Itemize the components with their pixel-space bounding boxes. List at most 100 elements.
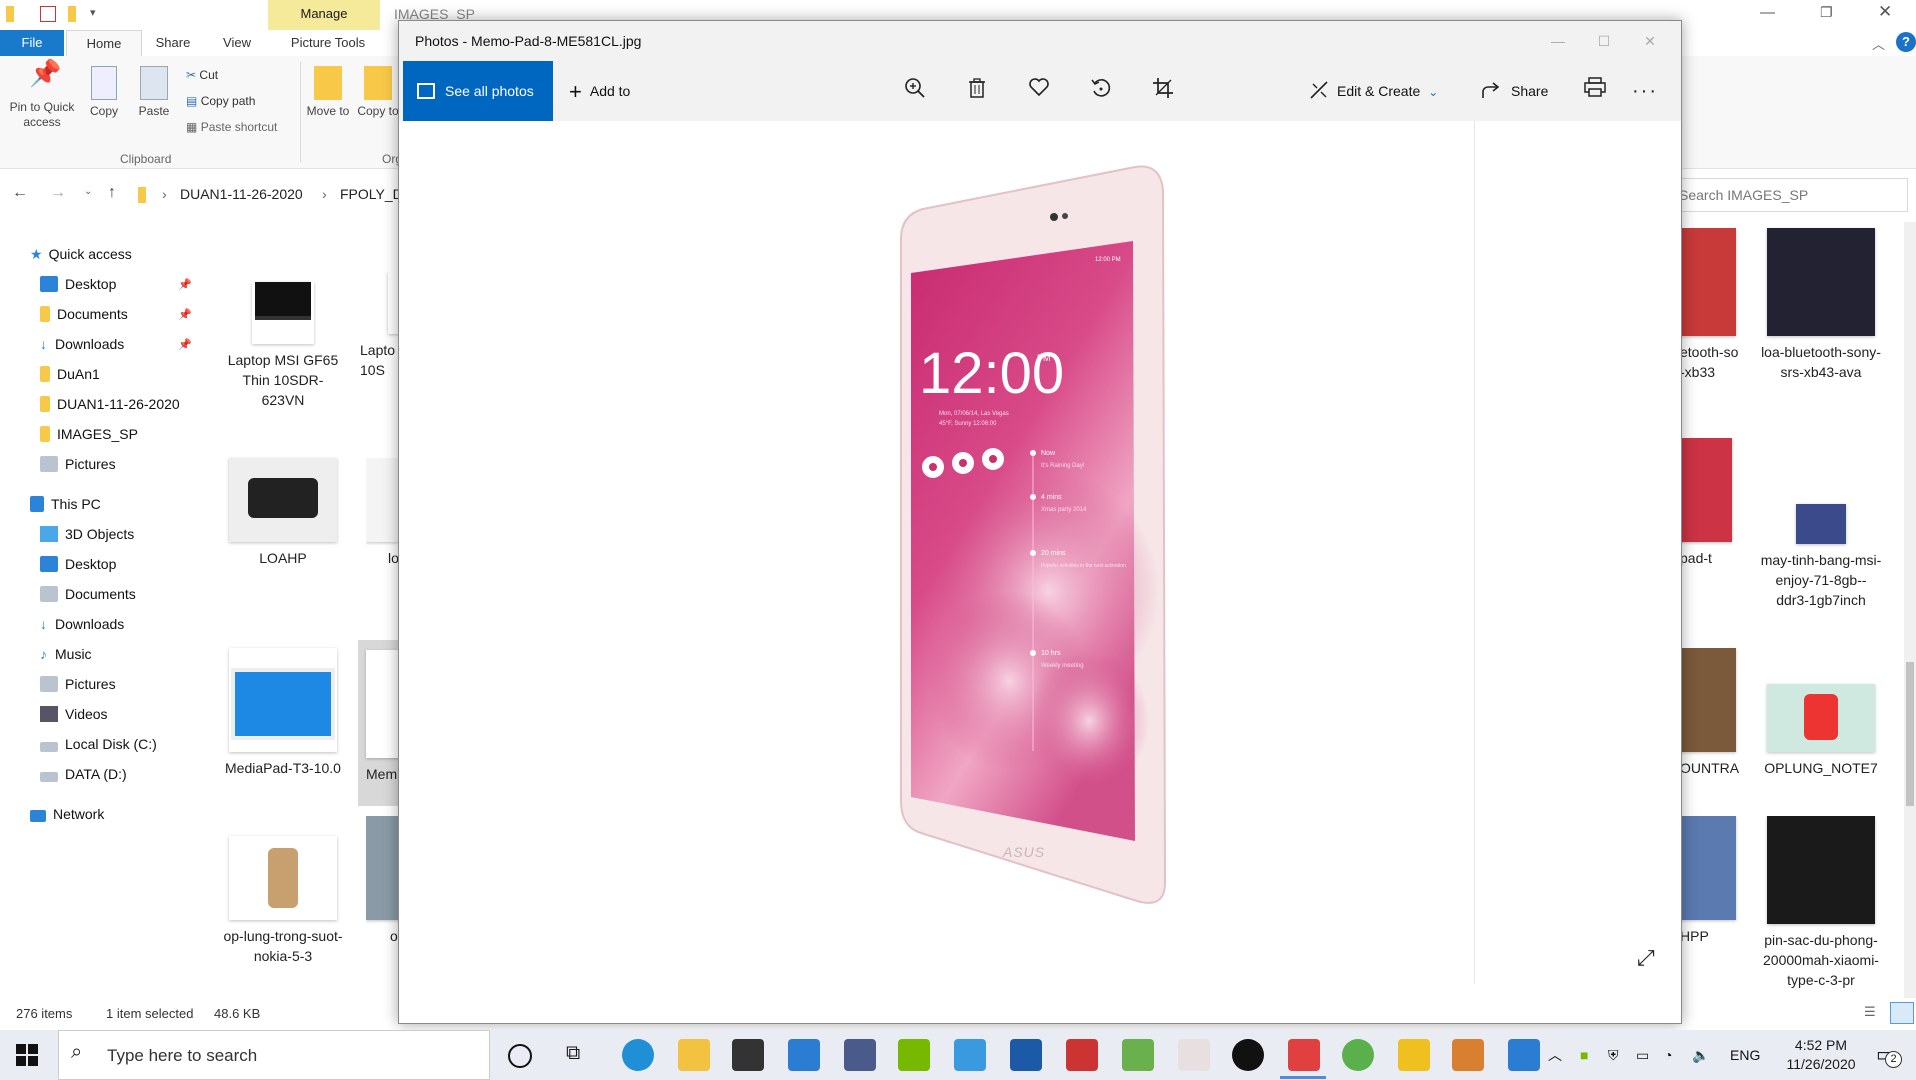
input-language[interactable]: ENG <box>1730 1030 1760 1080</box>
file-tile[interactable]: MediaPad-T3-10.0 <box>222 648 344 778</box>
app-icon[interactable] <box>1288 1039 1320 1071</box>
delete-icon[interactable] <box>963 77 991 105</box>
tab-picture-tools[interactable]: Picture Tools <box>280 30 376 56</box>
pin-icon[interactable]: 📌 <box>178 338 192 351</box>
nvidia-tray-icon[interactable]: ■ <box>1580 1030 1588 1080</box>
photo-canvas[interactable]: 12:00 PM Mon, 07/06/14, Las Vegas 45°F, … <box>399 121 1681 1003</box>
app-icon[interactable] <box>1178 1039 1210 1071</box>
copy-to-button[interactable]: Copy to <box>356 66 400 119</box>
properties-icon[interactable] <box>40 6 56 22</box>
nav-duan1-date[interactable]: DUAN1-11-26-2020 <box>40 392 180 416</box>
file-tile[interactable]: loa-bluetooth-sony-srs-xb43-ava <box>1760 228 1882 382</box>
notifications-icon[interactable]: ▭ 2 <box>1876 1042 1902 1068</box>
explorer-search-input[interactable]: Search IMAGES_SP <box>1672 178 1908 212</box>
photos-app-icon[interactable] <box>1508 1039 1540 1071</box>
tab-manage[interactable]: Manage <box>268 0 380 30</box>
volume-icon[interactable]: 🔈 <box>1692 1030 1709 1080</box>
file-tile[interactable]: lo <box>366 458 400 568</box>
qat-dropdown-icon[interactable]: ▾ <box>90 6 96 19</box>
file-tile[interactable]: pin-sac-du-phong-20000mah-xiaomi-type-c-… <box>1760 816 1882 1000</box>
large-icons-view-icon[interactable] <box>1890 1002 1914 1024</box>
copy-path-button[interactable]: ▤ Copy path <box>186 94 255 108</box>
up-icon[interactable]: ↑ <box>108 184 116 202</box>
nav-videos[interactable]: Videos <box>40 702 108 726</box>
nav-desktop[interactable]: Desktop <box>40 272 116 296</box>
show-hidden-icons-icon[interactable]: ︿ <box>1548 1030 1562 1080</box>
add-to-button[interactable]: + Add to <box>569 77 630 105</box>
app-icon[interactable] <box>1398 1039 1430 1071</box>
defender-icon[interactable]: ⛨ <box>1608 1030 1619 1080</box>
pin-quick-access-button[interactable]: 📌 Pin to Quick access <box>4 60 80 130</box>
heart-icon[interactable] <box>1025 77 1053 105</box>
crop-icon[interactable] <box>1149 77 1177 105</box>
photos-maximize-icon[interactable]: ☐ <box>1581 21 1627 61</box>
taskbar-search-input[interactable]: ⌕ Type here to search <box>58 1030 490 1080</box>
forward-icon[interactable]: → <box>50 184 66 202</box>
paste-shortcut-button[interactable]: ▦ Paste shortcut <box>186 120 277 134</box>
windows-icon[interactable] <box>954 1039 986 1071</box>
photos-minimize-icon[interactable]: — <box>1535 21 1581 61</box>
app-icon[interactable] <box>1010 1039 1042 1071</box>
nvidia-icon[interactable] <box>898 1039 930 1071</box>
nav-duan1[interactable]: DuAn1 <box>40 362 100 386</box>
nav-3d-objects[interactable]: 3D Objects <box>40 522 134 546</box>
close-icon[interactable]: ✕ <box>1878 2 1892 22</box>
cut-button[interactable]: ✂ Cut <box>186 68 218 82</box>
file-tile[interactable]: op-lung-trong-suot-nokia-5-3 <box>222 836 344 966</box>
store-icon[interactable] <box>732 1039 764 1071</box>
see-all-photos-button[interactable]: See all photos <box>403 61 553 121</box>
battery-icon[interactable]: ▭ <box>1636 1030 1649 1080</box>
nav-music[interactable]: ♪ Music <box>40 642 92 666</box>
file-tile[interactable]: pad-t <box>1680 438 1740 568</box>
mail-icon[interactable] <box>788 1039 820 1071</box>
zoom-icon[interactable] <box>901 77 929 105</box>
file-tile[interactable]: etooth-so -xb33 <box>1680 228 1740 382</box>
explorer-scrollbar[interactable] <box>1904 222 1916 998</box>
windows-start-icon[interactable] <box>16 1044 38 1066</box>
nav-pc-documents[interactable]: Documents <box>40 582 136 606</box>
file-tile[interactable]: Lapto 10S <box>360 272 400 380</box>
rotate-icon[interactable] <box>1087 77 1115 105</box>
nav-downloads[interactable]: ↓ Downloads <box>40 332 124 356</box>
edge-icon[interactable] <box>622 1039 654 1071</box>
pin-icon[interactable]: 📌 <box>178 308 192 321</box>
move-to-button[interactable]: Move to <box>306 66 350 119</box>
tab-share[interactable]: Share <box>150 30 196 56</box>
help-icon[interactable]: ? <box>1896 32 1916 52</box>
file-tile[interactable]: OPLUNG_NOTE7 <box>1760 684 1882 778</box>
recent-dropdown-icon[interactable]: ⌄ <box>84 186 92 197</box>
toolbox-icon[interactable] <box>1066 1039 1098 1071</box>
photos-close-icon[interactable]: ✕ <box>1627 21 1673 61</box>
scrollbar-thumb[interactable] <box>1906 662 1914 806</box>
share-button[interactable]: Share <box>1481 77 1548 105</box>
nav-pc-desktop[interactable]: Desktop <box>40 552 116 576</box>
print-icon[interactable] <box>1581 77 1609 105</box>
details-view-icon[interactable]: ☰ <box>1864 1004 1876 1020</box>
wifi-icon[interactable]: ◔ <box>1664 1030 1672 1080</box>
fullscreen-icon[interactable]: ⤢ <box>1637 945 1655 971</box>
file-tile[interactable]: may-tinh-bang-msi-enjoy-71-8gb--ddr3-1gb… <box>1760 504 1882 610</box>
maximize-icon[interactable]: ❐ <box>1820 4 1833 21</box>
paste-button[interactable]: Paste <box>134 66 174 119</box>
app-icon[interactable] <box>844 1039 876 1071</box>
file-tile[interactable]: o <box>366 816 400 946</box>
nav-pc-pictures[interactable]: Pictures <box>40 672 116 696</box>
nav-quick-access[interactable]: ★ Quick access <box>30 242 132 266</box>
edit-create-button[interactable]: Edit & Create ⌄ <box>1309 77 1438 105</box>
nav-pictures[interactable]: Pictures <box>40 452 116 476</box>
file-tile[interactable]: HPP <box>1680 816 1740 946</box>
new-folder-icon[interactable] <box>68 6 76 22</box>
nav-images-sp[interactable]: IMAGES_SP <box>40 422 138 446</box>
nav-this-pc[interactable]: This PC <box>30 492 101 516</box>
pin-icon[interactable]: 📌 <box>178 278 192 291</box>
nav-documents[interactable]: Documents <box>40 302 128 326</box>
java-icon[interactable] <box>1452 1039 1484 1071</box>
app-icon[interactable] <box>1122 1039 1154 1071</box>
nav-data-d[interactable]: DATA (D:) <box>40 762 127 786</box>
collapse-ribbon-icon[interactable]: ︿ <box>1872 34 1885 53</box>
file-explorer-icon[interactable] <box>678 1039 710 1071</box>
file-tile[interactable]: LOAHP <box>222 458 344 568</box>
nav-network[interactable]: Network <box>30 802 104 826</box>
tab-view[interactable]: View <box>214 30 260 56</box>
tab-file[interactable]: File <box>0 30 64 56</box>
